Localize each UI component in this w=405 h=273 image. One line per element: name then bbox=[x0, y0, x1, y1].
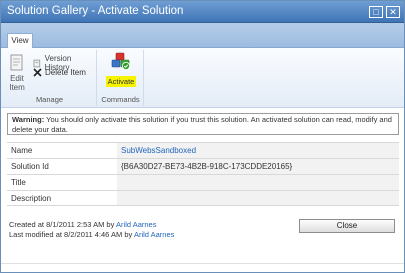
created-by-link[interactable]: Arild Aarnes bbox=[116, 220, 156, 229]
form-row-title: Title bbox=[7, 174, 399, 190]
field-label: Description bbox=[11, 194, 52, 203]
delete-item-button[interactable]: Delete Item bbox=[33, 68, 86, 77]
title-bar: Solution Gallery - Activate Solution □ ✕ bbox=[1, 1, 404, 23]
audit-footer: Created at 8/1/2011 2:53 AM by Arild Aar… bbox=[9, 220, 174, 240]
created-text: Created at 8/1/2011 2:53 AM by bbox=[9, 220, 117, 229]
warning-text: You should only activate this solution i… bbox=[12, 115, 392, 134]
created-line: Created at 8/1/2011 2:53 AM by Arild Aar… bbox=[9, 220, 174, 230]
edit-item-label-line2: Item bbox=[9, 83, 25, 92]
title-buttons: □ ✕ bbox=[369, 6, 400, 18]
ribbon-body: Edit Item Version History Delete Item Ma… bbox=[1, 48, 404, 108]
group-label-manage: Manage bbox=[35, 95, 64, 104]
delete-x-icon bbox=[33, 68, 42, 77]
edit-item-button[interactable]: Edit Item bbox=[5, 54, 29, 92]
close-icon[interactable]: ✕ bbox=[386, 6, 400, 18]
form-row-name: Name SubWebsSandboxed bbox=[7, 142, 399, 158]
ribbon-group-commands: Activate Commands bbox=[98, 50, 144, 106]
edit-document-icon bbox=[10, 54, 23, 71]
version-history-icon bbox=[33, 59, 41, 67]
warning-message: Warning: You should only activate this s… bbox=[7, 113, 399, 135]
modified-line: Last modified at 8/2/2011 4:46 AM by Ari… bbox=[9, 230, 174, 240]
ribbon-tab-bar: View bbox=[1, 23, 404, 48]
activate-label: Activate bbox=[105, 76, 137, 87]
modified-by-link[interactable]: Arild Aarnes bbox=[134, 230, 174, 239]
field-value bbox=[117, 191, 399, 205]
field-value: SubWebsSandboxed bbox=[117, 143, 399, 158]
form-row-solution-id: Solution Id {B6A30D27-BE73-4B2B-918C-173… bbox=[7, 158, 399, 174]
dialog-title: Solution Gallery - Activate Solution bbox=[7, 5, 184, 17]
delete-item-label: Delete Item bbox=[45, 68, 86, 77]
field-label: Title bbox=[11, 178, 26, 187]
field-value bbox=[117, 175, 399, 190]
solution-name-link[interactable]: SubWebsSandboxed bbox=[121, 146, 196, 155]
close-button[interactable]: Close bbox=[299, 219, 395, 233]
activate-button[interactable]: Activate bbox=[104, 52, 138, 87]
activate-solution-dialog: Solution Gallery - Activate Solution □ ✕… bbox=[0, 0, 405, 273]
field-label: Name bbox=[11, 146, 33, 155]
form-row-description: Description bbox=[7, 190, 399, 206]
field-value: {B6A30D27-BE73-4B2B-918C-173CDDE20165} bbox=[117, 159, 399, 174]
tab-view[interactable]: View bbox=[7, 33, 33, 48]
group-label-commands: Commands bbox=[101, 95, 140, 104]
maximize-button[interactable]: □ bbox=[369, 6, 383, 18]
divider bbox=[1, 263, 404, 264]
field-label: Solution Id bbox=[11, 162, 49, 171]
edit-item-label-line1: Edit bbox=[10, 74, 24, 83]
modified-text: Last modified at 8/2/2011 4:46 AM by bbox=[9, 230, 134, 239]
ribbon-group-manage: Edit Item Version History Delete Item Ma… bbox=[3, 50, 97, 106]
warning-prefix: Warning: bbox=[12, 115, 45, 124]
solution-details-form: Name SubWebsSandboxed Solution Id {B6A30… bbox=[7, 142, 399, 206]
activate-cubes-icon bbox=[111, 52, 130, 70]
